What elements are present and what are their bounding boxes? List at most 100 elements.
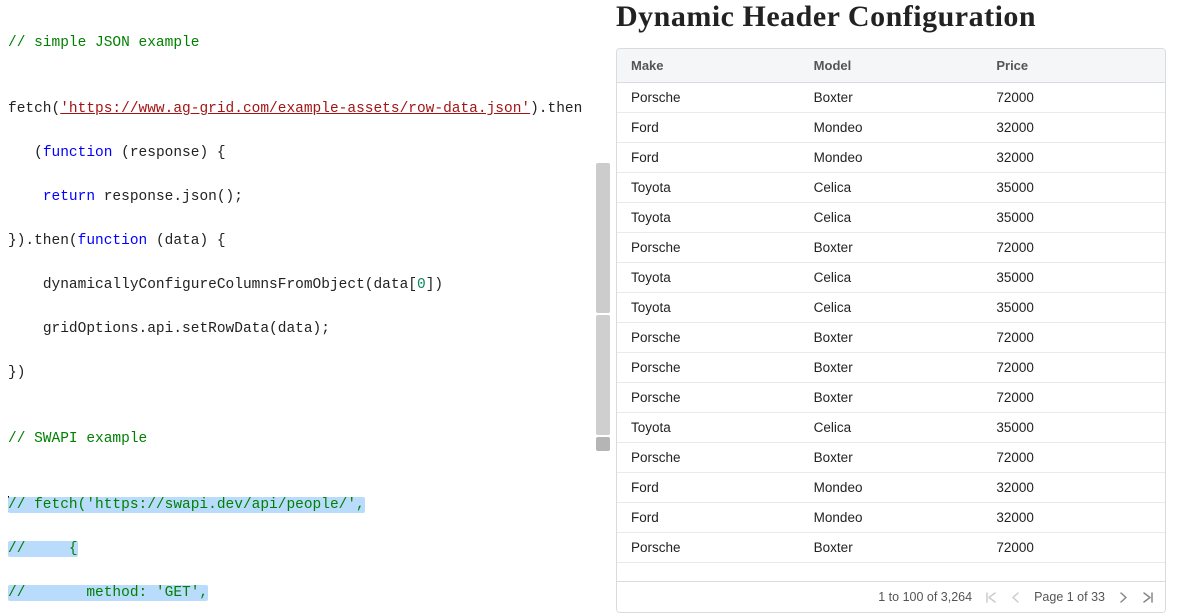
last-page-icon[interactable] (1142, 592, 1153, 603)
code-text: dynamicallyConfigureColumnsFromObject(da… (43, 277, 417, 293)
table-cell-model: Mondeo (800, 143, 983, 172)
table-row[interactable]: PorscheBoxter72000 (617, 443, 1165, 473)
code-editor[interactable]: // simple JSON example fetch('https://ww… (0, 0, 600, 613)
grid-header-row: Make Model Price (617, 49, 1165, 83)
code-text: gridOptions.api.setRowData(data); (43, 321, 330, 337)
table-cell-price: 72000 (982, 353, 1165, 382)
splitter-handle[interactable] (596, 315, 610, 435)
code-text: ]) (426, 277, 443, 293)
table-cell-make: Porsche (617, 383, 800, 412)
splitter-handle[interactable] (596, 437, 610, 451)
code-number: 0 (417, 277, 426, 293)
editor-scrollbar-vertical[interactable] (596, 0, 610, 613)
code-text: data (165, 233, 200, 249)
pager-page: Page 1 of 33 (1034, 590, 1105, 604)
grid-pager: 1 to 100 of 3,264 Page 1 of 33 (617, 581, 1165, 612)
table-cell-make: Ford (617, 473, 800, 502)
pager-range: 1 to 100 of 3,264 (878, 590, 972, 604)
table-cell-price: 35000 (982, 173, 1165, 202)
code-text: response (130, 145, 200, 161)
code-comment: // simple JSON example (8, 35, 199, 51)
table-cell-make: Porsche (617, 353, 800, 382)
table-cell-model: Boxter (800, 353, 983, 382)
table-cell-price: 72000 (982, 83, 1165, 112)
selected-code: // method: 'GET', (8, 585, 208, 601)
code-text: response.json(); (104, 189, 243, 205)
table-cell-model: Celica (800, 293, 983, 322)
table-row[interactable]: ToyotaCelica35000 (617, 203, 1165, 233)
code-comment: // SWAPI example (8, 431, 147, 447)
table-cell-model: Celica (800, 413, 983, 442)
table-row[interactable]: PorscheBoxter72000 (617, 233, 1165, 263)
table-cell-make: Toyota (617, 413, 800, 442)
table-row[interactable]: FordMondeo32000 (617, 473, 1165, 503)
table-row[interactable]: PorscheBoxter72000 (617, 533, 1165, 563)
table-cell-model: Celica (800, 173, 983, 202)
table-cell-model: Celica (800, 203, 983, 232)
table-row[interactable]: PorscheBoxter72000 (617, 323, 1165, 353)
prev-page-icon[interactable] (1011, 592, 1020, 603)
next-page-icon[interactable] (1119, 592, 1128, 603)
table-cell-price: 72000 (982, 233, 1165, 262)
table-row[interactable]: PorscheBoxter72000 (617, 383, 1165, 413)
table-cell-price: 72000 (982, 443, 1165, 472)
table-cell-model: Boxter (800, 533, 983, 562)
code-keyword: return (43, 189, 95, 205)
table-cell-make: Ford (617, 143, 800, 172)
table-cell-model: Boxter (800, 83, 983, 112)
table-row[interactable]: ToyotaCelica35000 (617, 293, 1165, 323)
splitter-handle[interactable] (596, 163, 610, 313)
table-cell-price: 32000 (982, 503, 1165, 532)
code-url: 'https://www.ag-grid.com/example-assets/… (60, 101, 530, 117)
table-row[interactable]: ToyotaCelica35000 (617, 173, 1165, 203)
table-row[interactable]: PorscheBoxter72000 (617, 353, 1165, 383)
table-cell-price: 35000 (982, 293, 1165, 322)
table-cell-model: Mondeo (800, 473, 983, 502)
table-cell-price: 32000 (982, 143, 1165, 172)
table-cell-price: 72000 (982, 323, 1165, 352)
table-row[interactable]: ToyotaCelica35000 (617, 413, 1165, 443)
table-cell-price: 35000 (982, 263, 1165, 292)
page-title: Dynamic Header Configuration (616, 0, 1166, 34)
table-row[interactable]: FordMondeo32000 (617, 143, 1165, 173)
table-cell-model: Celica (800, 263, 983, 292)
table-cell-make: Porsche (617, 533, 800, 562)
table-cell-make: Ford (617, 503, 800, 532)
table-cell-make: Toyota (617, 203, 800, 232)
table-row[interactable]: FordMondeo32000 (617, 113, 1165, 143)
table-cell-make: Porsche (617, 83, 800, 112)
table-cell-price: 35000 (982, 203, 1165, 232)
table-cell-price: 72000 (982, 383, 1165, 412)
preview-pane: Dynamic Header Configuration Make Model … (600, 0, 1178, 613)
table-cell-make: Porsche (617, 233, 800, 262)
column-header-price[interactable]: Price (982, 49, 1165, 82)
table-cell-make: Toyota (617, 293, 800, 322)
code-text: fetch (8, 101, 52, 117)
code-keyword: function (43, 145, 113, 161)
table-row[interactable]: FordMondeo32000 (617, 503, 1165, 533)
table-cell-model: Mondeo (800, 113, 983, 142)
table-cell-price: 72000 (982, 533, 1165, 562)
table-cell-model: Boxter (800, 233, 983, 262)
table-cell-model: Boxter (800, 443, 983, 472)
table-row[interactable]: PorscheBoxter72000 (617, 83, 1165, 113)
table-cell-price: 32000 (982, 113, 1165, 142)
column-header-model[interactable]: Model (800, 49, 983, 82)
table-cell-price: 35000 (982, 413, 1165, 442)
table-cell-make: Toyota (617, 173, 800, 202)
table-cell-model: Mondeo (800, 503, 983, 532)
table-cell-make: Toyota (617, 263, 800, 292)
table-cell-make: Porsche (617, 323, 800, 352)
data-grid: Make Model Price PorscheBoxter72000FordM… (616, 48, 1166, 613)
selected-code: // fetch('https://swapi.dev/api/people/'… (8, 497, 365, 513)
first-page-icon[interactable] (986, 592, 997, 603)
table-row[interactable]: ToyotaCelica35000 (617, 263, 1165, 293)
column-header-make[interactable]: Make (617, 49, 800, 82)
table-cell-make: Porsche (617, 443, 800, 472)
grid-body[interactable]: PorscheBoxter72000FordMondeo32000FordMon… (617, 83, 1165, 581)
code-keyword: function (78, 233, 148, 249)
selected-code: // { (8, 541, 78, 557)
table-cell-model: Boxter (800, 383, 983, 412)
table-cell-make: Ford (617, 113, 800, 142)
table-cell-price: 32000 (982, 473, 1165, 502)
